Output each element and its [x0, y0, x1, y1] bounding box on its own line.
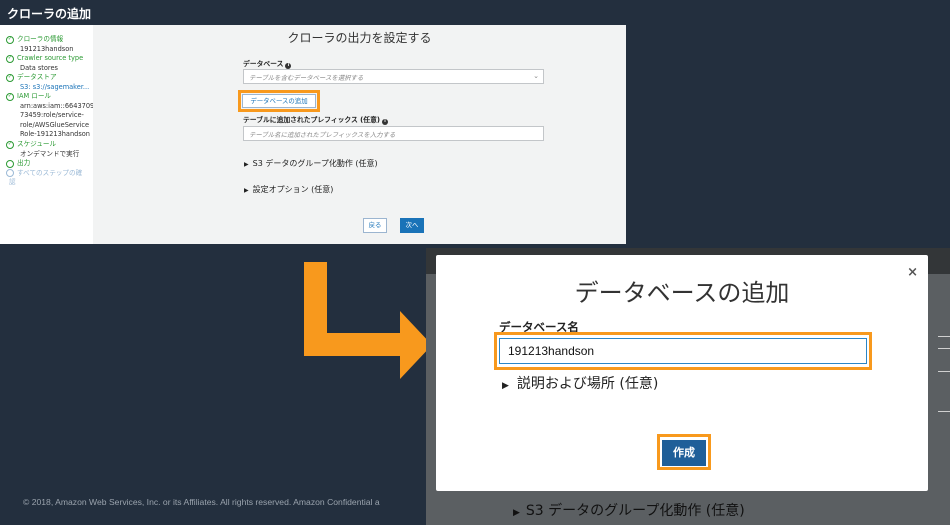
- database-select-placeholder: テーブルを含むデータベースを選択する: [249, 74, 364, 82]
- database-label-text: データベース: [243, 60, 284, 68]
- step-label: IAM ロール: [17, 92, 52, 101]
- description-location-expander[interactable]: ▶ 説明および場所 (任意): [502, 373, 658, 393]
- step-crawler-source-type[interactable]: ✓ Crawler source type: [6, 54, 93, 64]
- step-label: 出力: [17, 159, 31, 168]
- backdrop-divider: [938, 411, 950, 412]
- step-schedule[interactable]: ✓ スケジュール: [6, 140, 93, 150]
- section-title: クローラの出力を設定する: [287, 31, 432, 45]
- dialog-title: データベースの追加: [574, 279, 790, 307]
- check-circle-icon: ✓: [6, 93, 14, 102]
- step-label: スケジュール: [17, 140, 57, 149]
- check-circle-icon: ✓: [6, 54, 14, 63]
- expander-label: 設定オプション (任意): [252, 185, 334, 194]
- grouping-expander[interactable]: ▶ S3 データのグループ化動作 (任意): [244, 158, 378, 169]
- step-value: 191213handson: [20, 44, 74, 53]
- step-label: データストア: [17, 73, 57, 82]
- add-database-button[interactable]: データベースの追加: [242, 94, 316, 108]
- add-database-dialog: × データベースの追加 データベース名 191213handson ▶ 説明および…: [436, 255, 928, 491]
- expander-label: S3 データのグループ化動作 (任意): [252, 159, 378, 168]
- config-options-expander[interactable]: ▶ 設定オプション (任意): [244, 184, 333, 195]
- back-button[interactable]: 戻る: [363, 218, 387, 233]
- next-button[interactable]: 次へ: [400, 218, 424, 233]
- expander-label: 説明および場所 (任意): [516, 376, 659, 392]
- backdrop-divider: [938, 348, 950, 349]
- step-label: クローラの情報: [17, 35, 64, 43]
- step-value: 73459:role/service-: [20, 111, 84, 120]
- step-output[interactable]: 出力: [6, 159, 93, 169]
- step-label-continued: 認: [9, 178, 16, 187]
- backdrop-expander-label: S3 データのグループ化動作 (任意): [525, 503, 745, 519]
- step-value: オンデマンドで実行: [20, 149, 80, 158]
- step-data-store[interactable]: ✓ データストア: [6, 73, 93, 83]
- step-value: Role-191213handson: [20, 130, 90, 139]
- check-circle-icon: ✓: [6, 73, 14, 82]
- caret-right-icon: ▶: [244, 161, 249, 168]
- step-value-link[interactable]: S3: s3://sagemaker...: [6, 83, 93, 93]
- caret-right-icon: ▶: [244, 187, 249, 194]
- database-select[interactable]: テーブルを含むデータベースを選択する ⌄: [243, 69, 544, 84]
- prefix-label-text: テーブルに追加されたプレフィックス (任意): [243, 116, 380, 124]
- create-button[interactable]: 作成: [662, 440, 706, 466]
- step-value: role/AWSGlueService: [20, 120, 90, 129]
- step-value: Data stores: [20, 63, 58, 72]
- prefix-input[interactable]: テーブル名に追加されたプレフィックスを入力する: [243, 126, 544, 141]
- caret-right-icon: ▶: [513, 508, 520, 518]
- circle-icon: [6, 169, 14, 178]
- step-value: arn:aws:iam::6643709: [20, 101, 95, 110]
- prefix-label: テーブルに追加されたプレフィックス (任意) i: [243, 114, 388, 125]
- footer-copyright: © 2018, Amazon Web Services, Inc. or its…: [23, 497, 380, 507]
- arrow-icon-horizontal: [304, 333, 402, 356]
- prefix-input-placeholder: テーブル名に追加されたプレフィックスを入力する: [249, 131, 396, 139]
- step-label: Crawler source type: [17, 54, 84, 63]
- database-name-input[interactable]: 191213handson: [499, 338, 867, 364]
- step-crawler-info[interactable]: ✓ クローラの情報: [6, 35, 93, 45]
- backdrop-divider: [938, 336, 950, 337]
- console-body: ✓ クローラの情報 191213handson ✓ Crawler source…: [0, 25, 626, 244]
- backdrop-divider: [938, 371, 950, 372]
- page-title: クローラの追加: [0, 0, 626, 25]
- step-sidebar: ✓ クローラの情報 191213handson ✓ Crawler source…: [0, 25, 95, 244]
- step-iam-role[interactable]: ✓ IAM ロール: [6, 92, 93, 102]
- crawler-console-screenshot: クローラの追加 ✓ クローラの情報 191213handson ✓ Crawle…: [0, 0, 626, 244]
- chevron-down-icon: ⌄: [533, 72, 539, 80]
- step-label: すべてのステップの確: [17, 168, 83, 177]
- step-review: すべてのステップの確: [6, 169, 93, 179]
- backdrop-grouping-expander: ▶ S3 データのグループ化動作 (任意): [513, 500, 745, 520]
- check-circle-icon: ✓: [6, 140, 14, 149]
- database-label: データベース i: [243, 58, 292, 69]
- info-icon[interactable]: i: [381, 119, 388, 125]
- caret-right-icon: ▶: [502, 381, 509, 391]
- check-circle-icon: ✓: [6, 35, 14, 44]
- circle-icon: [6, 159, 14, 168]
- output-config-panel: クローラの出力を設定する データベース i テーブルを含むデータベースを選択する …: [93, 25, 626, 244]
